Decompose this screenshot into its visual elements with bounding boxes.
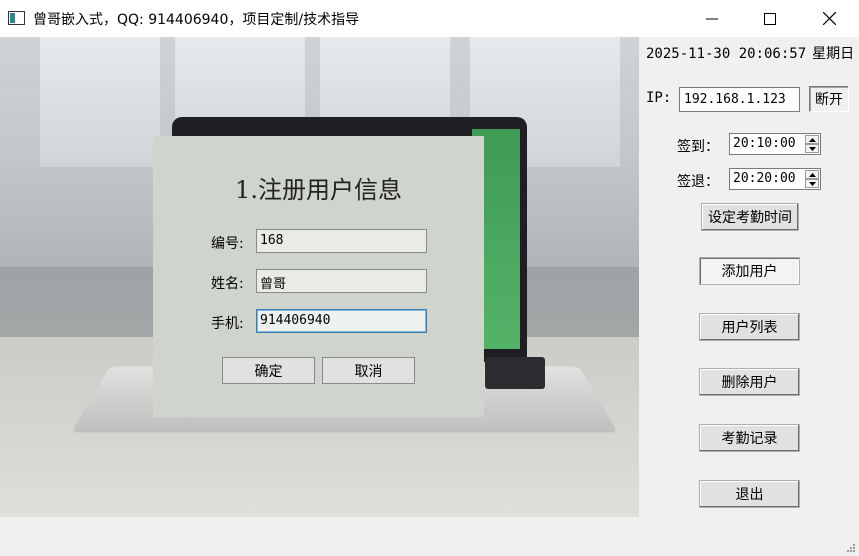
name-input[interactable]: 曾哥 <box>256 269 427 293</box>
disconnect-button[interactable]: 断开 <box>809 86 849 112</box>
spin-up-icon[interactable] <box>805 170 819 179</box>
checkin-time-spinbox[interactable]: 20:10:00 <box>729 133 821 155</box>
set-attendance-time-button[interactable]: 设定考勤时间 <box>701 203 799 231</box>
cancel-button[interactable]: 取消 <box>322 357 415 384</box>
confirm-button[interactable]: 确定 <box>222 357 315 384</box>
window-title: 曾哥嵌入式，QQ: 914406940，项目定制/技术指导 <box>33 12 360 28</box>
maximize-icon <box>764 12 776 25</box>
title-bar: 曾哥嵌入式，QQ: 914406940，项目定制/技术指导 <box>0 0 859 37</box>
user-list-button[interactable]: 用户列表 <box>699 313 800 341</box>
checkout-time-value: 20:20:00 <box>733 171 796 186</box>
attendance-records-button[interactable]: 考勤记录 <box>699 424 800 452</box>
checkin-label: 签到： <box>677 139 719 155</box>
spin-up-icon[interactable] <box>805 135 819 144</box>
ip-label: IP: <box>646 90 672 106</box>
name-label: 姓名: <box>211 276 244 292</box>
dialog-title: 1.注册用户信息 <box>235 176 402 204</box>
spin-down-icon[interactable] <box>805 179 819 188</box>
ip-input[interactable]: 192.168.1.123 <box>679 87 800 112</box>
delete-user-button[interactable]: 删除用户 <box>699 368 800 396</box>
weekday-value: 星期日 <box>812 46 855 62</box>
spin-down-icon[interactable] <box>805 144 819 153</box>
laptop-keyboard <box>485 357 545 389</box>
datetime-display: 2025-11-30 20:06:57 星期日 <box>646 43 854 63</box>
close-icon <box>822 12 836 25</box>
add-user-button[interactable]: 添加用户 <box>699 257 800 285</box>
resize-grip-icon[interactable] <box>846 543 856 553</box>
minimize-icon <box>706 18 718 19</box>
datetime-value: 2025-11-30 20:06:57 <box>646 46 807 62</box>
close-button[interactable] <box>800 0 858 37</box>
checkin-spin-arrows[interactable] <box>805 135 819 153</box>
window-pane <box>40 37 160 167</box>
checkout-time-spinbox[interactable]: 20:20:00 <box>729 168 821 190</box>
phone-label: 手机: <box>211 316 244 332</box>
checkin-time-value: 20:10:00 <box>733 136 796 151</box>
id-input[interactable]: 168 <box>256 229 427 253</box>
id-label: 编号: <box>211 236 244 252</box>
phone-input[interactable]: 914406940 <box>256 309 427 333</box>
register-dialog: 1.注册用户信息 编号: 168 姓名: 曾哥 手机: 914406940 确定… <box>153 136 484 417</box>
checkout-label: 签退： <box>677 174 719 190</box>
app-window-icon <box>8 11 25 25</box>
maximize-button[interactable] <box>741 0 799 37</box>
exit-button[interactable]: 退出 <box>699 480 800 508</box>
minimize-button[interactable] <box>683 0 741 37</box>
checkout-spin-arrows[interactable] <box>805 170 819 188</box>
